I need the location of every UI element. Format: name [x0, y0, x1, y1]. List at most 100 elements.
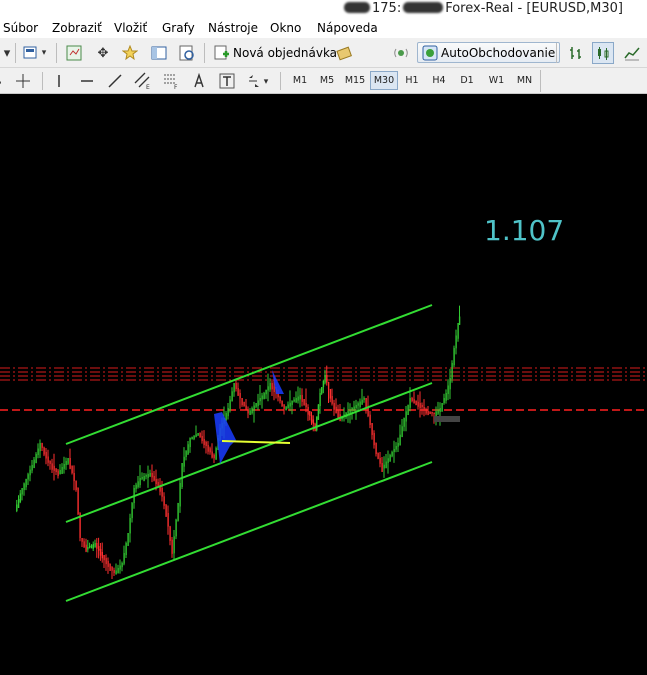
candle-body	[245, 405, 247, 410]
text-label-icon[interactable]	[218, 72, 236, 90]
cursor-icon[interactable]	[0, 72, 7, 90]
crosshair-icon[interactable]	[14, 72, 32, 90]
candle-body	[387, 458, 389, 463]
candle-body	[209, 448, 211, 453]
autotrading-label: AutoObchodovanie	[441, 45, 556, 60]
menu-okno[interactable]: Okno	[270, 21, 301, 35]
candle-body	[369, 414, 371, 425]
candle-body	[83, 541, 85, 548]
trend-channel[interactable]	[65, 304, 433, 602]
candle-body	[267, 386, 269, 391]
candle-body	[137, 481, 139, 488]
metaeditor-icon[interactable]	[335, 44, 353, 62]
equidistant-channel-icon[interactable]: E	[134, 72, 152, 90]
candle-body	[77, 488, 79, 515]
strategy-tester-icon[interactable]	[178, 44, 196, 62]
candle-body	[115, 570, 117, 575]
candle-body	[213, 454, 215, 459]
candle-body	[99, 549, 102, 556]
candle-body	[319, 393, 321, 407]
candle-body	[445, 393, 447, 401]
menu-subor[interactable]: Súbor	[3, 21, 38, 35]
candle-body	[207, 445, 209, 452]
price-chart[interactable]	[0, 94, 647, 675]
menu-zobrazit[interactable]: Zobraziť	[52, 21, 102, 35]
candle-body	[247, 409, 249, 414]
vertical-line-icon[interactable]	[50, 72, 68, 90]
fibonacci-icon[interactable]: F	[162, 72, 180, 90]
candle-body	[101, 552, 103, 559]
candle-body	[233, 383, 235, 393]
candle-body	[169, 526, 171, 541]
candle-body	[243, 401, 245, 407]
profiles-dropdown-icon[interactable]: ▾	[38, 44, 50, 62]
toolbar-separator	[56, 43, 57, 63]
candle-body	[151, 473, 153, 478]
candle-body	[425, 409, 427, 414]
candle-body	[287, 404, 289, 409]
timeframe-w1[interactable]: W1	[483, 71, 510, 90]
candle-body	[23, 483, 25, 490]
candle-body	[321, 387, 323, 394]
candle-body	[231, 391, 233, 402]
candle-body	[129, 518, 131, 534]
svg-text:F: F	[174, 84, 178, 90]
candle-body	[96, 543, 98, 549]
timeframe-mn[interactable]: MN	[511, 71, 538, 90]
candle-body	[449, 378, 451, 390]
signals-icon[interactable]	[392, 44, 410, 62]
market-watch-icon[interactable]	[65, 44, 83, 62]
line-studies-toolbar: E F ▾ M1 M5 M15 M30 H1 H4 D1 W1 MN	[0, 68, 647, 94]
menu-napoveda[interactable]: Nápoveda	[317, 21, 378, 35]
horizontal-line-icon[interactable]	[78, 72, 96, 90]
candle-body	[16, 504, 18, 511]
candle-body	[316, 416, 318, 431]
autotrading-button[interactable]: AutoObchodovanie	[417, 42, 561, 63]
navigator-star-icon[interactable]	[121, 44, 139, 62]
candle-body	[63, 464, 65, 469]
candle-body	[179, 483, 181, 507]
candle-body	[383, 464, 385, 469]
crosshair-move-icon[interactable]: ✥	[94, 44, 112, 62]
timeframe-m1[interactable]: M1	[287, 71, 313, 90]
text-icon[interactable]	[190, 72, 208, 90]
price-label: 1.107	[484, 214, 565, 247]
candle-body	[291, 401, 293, 405]
arrows-dropdown-icon[interactable]: ▾	[261, 73, 271, 91]
window-title-suffix: Forex-Real - [EURUSD,M30]	[445, 1, 623, 16]
candle-body	[453, 348, 455, 366]
candle-body	[281, 400, 283, 407]
candle-body	[371, 423, 373, 435]
toolbar-separator	[540, 70, 541, 92]
candlestick-chart-icon[interactable]	[592, 42, 614, 64]
timeframe-h4[interactable]: H4	[426, 71, 452, 90]
candle-body	[27, 474, 29, 480]
candle-body	[305, 403, 307, 408]
candle-body	[265, 389, 267, 395]
line-chart-icon[interactable]	[623, 44, 641, 62]
new-order-button[interactable]: Nová objednávka	[210, 42, 341, 63]
candle-body	[98, 546, 100, 551]
menu-grafy[interactable]: Grafy	[162, 21, 195, 35]
candle-body	[69, 458, 71, 469]
dropdown-arrow-icon[interactable]: ▾	[0, 44, 14, 62]
menu-nastroje[interactable]: Nástroje	[208, 21, 258, 35]
candle-body	[19, 493, 22, 503]
timeframe-h1[interactable]: H1	[399, 71, 425, 90]
candle-body	[357, 403, 359, 406]
candle-body	[347, 411, 349, 414]
timeframe-m15[interactable]: M15	[341, 71, 369, 90]
timeframe-m5[interactable]: M5	[314, 71, 340, 90]
bar-chart-icon[interactable]	[567, 44, 585, 62]
menu-vlozit[interactable]: Vložiť	[114, 21, 147, 35]
candle-body	[443, 398, 445, 404]
candle-body	[141, 477, 143, 479]
candle-body	[409, 398, 411, 408]
candle-body	[379, 458, 381, 464]
terminal-window-icon[interactable]	[150, 44, 168, 62]
trendline-icon[interactable]	[106, 72, 124, 90]
candle-body	[55, 468, 57, 473]
timeframe-d1[interactable]: D1	[454, 71, 480, 90]
timeframe-m30[interactable]: M30	[370, 71, 398, 90]
candle-body	[401, 426, 403, 438]
